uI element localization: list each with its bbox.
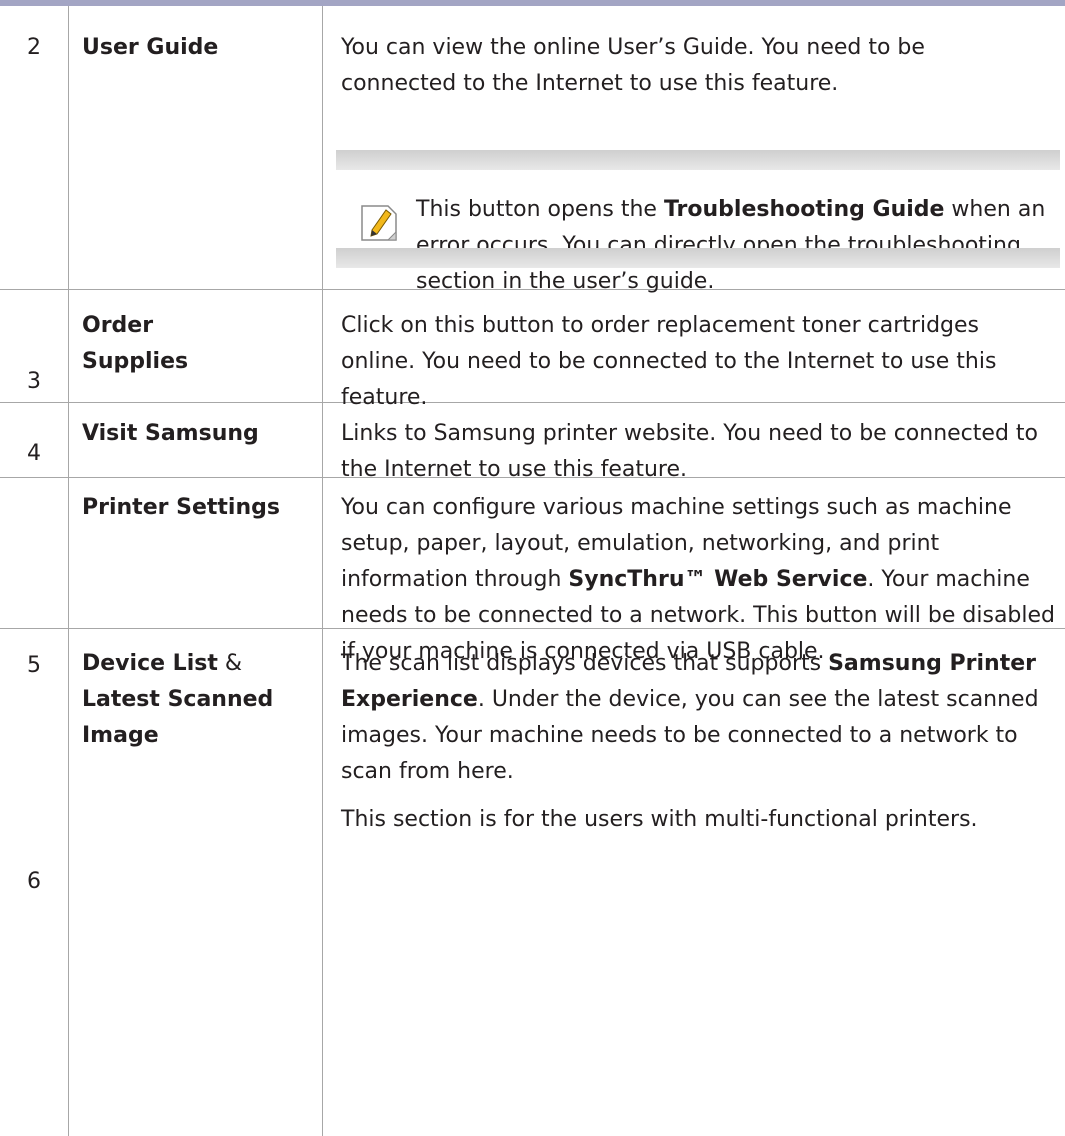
- row-description: Click on this button to order replacemen…: [341, 313, 997, 410]
- note-text: This button opens the Troubleshooting Gu…: [416, 192, 1056, 300]
- note-box: This button opens the Troubleshooting Gu…: [336, 150, 1060, 294]
- column-divider-1: [68, 6, 69, 1136]
- note-top-bar: [336, 150, 1060, 170]
- note-text-part: This button opens the: [416, 197, 664, 222]
- note-bottom-bar: [336, 248, 1060, 268]
- note-bold-link-text: Troubleshooting Guide: [663, 197, 945, 222]
- row-description: You can configure various machine settin…: [341, 490, 1061, 670]
- row-number: 3: [27, 369, 41, 394]
- row-number: 5: [27, 653, 41, 678]
- row-title-line: Supplies: [82, 349, 189, 374]
- note-pencil-icon: [361, 205, 397, 241]
- top-border: [0, 0, 1065, 6]
- row-title-ampersand: &: [217, 651, 243, 676]
- row-title-order-supplies: Order Supplies: [82, 308, 322, 380]
- row-number: 4: [27, 441, 41, 466]
- row-title-line: Order: [82, 313, 154, 338]
- row-title-visit-samsung: Visit Samsung: [82, 421, 259, 446]
- row-title-user-guide: User Guide: [82, 35, 219, 60]
- row-title-part: Device List: [82, 651, 218, 676]
- description-text: The scan list displays devices that supp…: [341, 651, 829, 676]
- description-bold-text: SyncThru™ Web Service: [568, 567, 868, 592]
- row-description-extra: This section is for the users with multi…: [341, 807, 978, 832]
- column-divider-2: [322, 6, 323, 1136]
- row-title-part: Latest Scanned Image: [82, 687, 274, 748]
- row-title-device-list: Device List & Latest Scanned Image: [82, 646, 312, 754]
- row-number: 6: [27, 869, 41, 894]
- row-description: The scan list displays devices that supp…: [341, 646, 1061, 790]
- row-description: Links to Samsung printer website. You ne…: [341, 421, 1038, 482]
- row-description: You can view the online User’s Guide. Yo…: [341, 35, 925, 96]
- row-title-printer-settings: Printer Settings: [82, 495, 280, 520]
- row-number: 2: [27, 35, 41, 60]
